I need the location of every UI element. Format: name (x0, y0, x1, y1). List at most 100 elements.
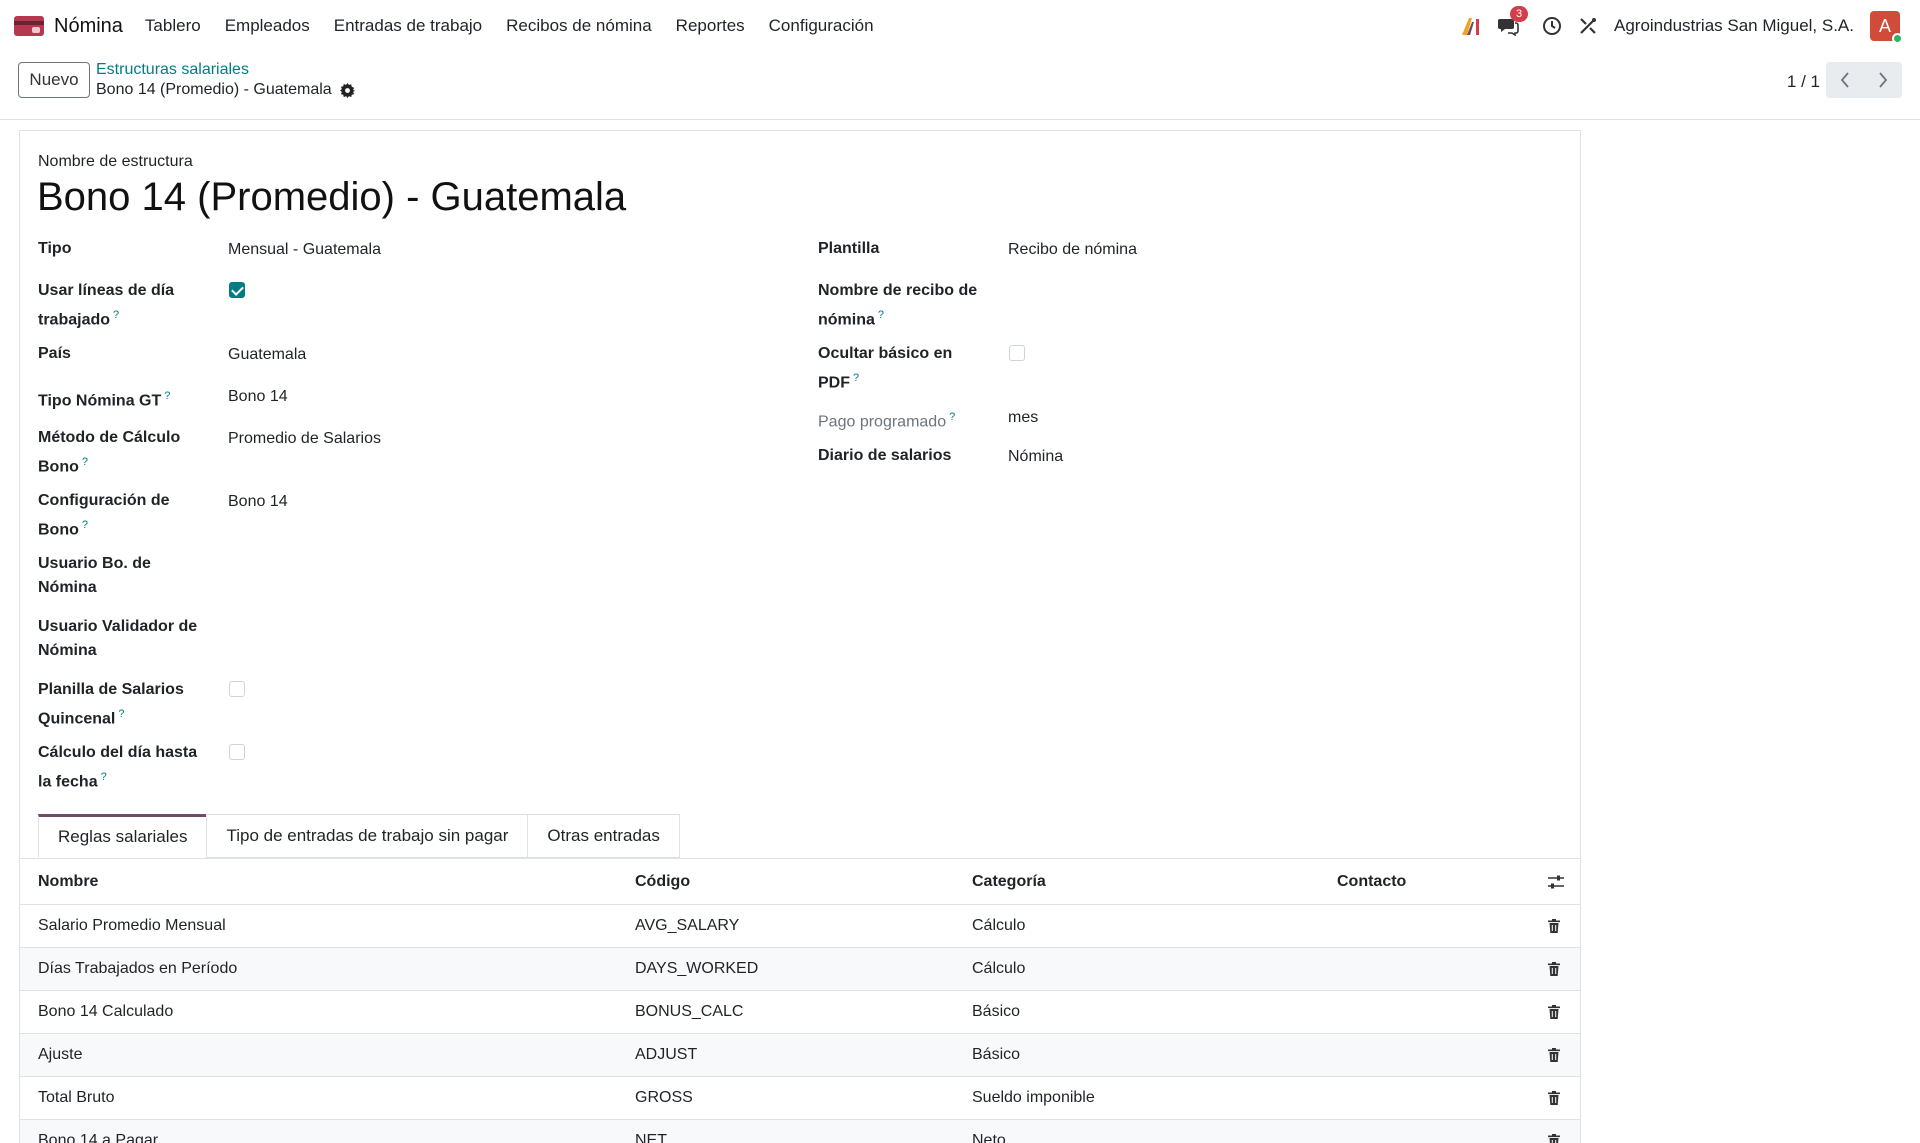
debug-tools-icon[interactable] (1576, 14, 1600, 38)
help-icon[interactable]: ? (949, 411, 955, 423)
company-name[interactable]: Agroindustrias San Miguel, S.A. (1614, 16, 1854, 36)
payroll-app-icon[interactable] (14, 16, 44, 36)
rule-category-cell: Sueldo imponible (972, 1089, 1095, 1106)
usar-lineas-checkbox[interactable] (229, 282, 245, 298)
usuario-validador-field[interactable] (228, 616, 728, 640)
ocultar-basico-checkbox[interactable] (1009, 345, 1025, 361)
rule-code-cell: NET (635, 1132, 667, 1143)
menu-empleados[interactable]: Empleados (225, 16, 310, 36)
menu-reportes[interactable]: Reportes (676, 16, 745, 36)
notebook-tabs: Reglas salariales Tipo de entradas de tr… (38, 814, 680, 858)
usar-lineas-label: Usar líneas de día trabajado? (38, 279, 174, 332)
breadcrumb-parent[interactable]: Estructuras salariales (96, 61, 249, 79)
tab-entradas-sin-pagar[interactable]: Tipo de entradas de trabajo sin pagar (206, 814, 529, 858)
pago-programado-label-text: Pago programado (818, 413, 947, 431)
tab-reglas-salariales[interactable]: Reglas salariales (38, 814, 208, 858)
help-icon[interactable]: ? (853, 372, 859, 384)
table-row[interactable]: Total Bruto GROSS Sueldo imponible (20, 1077, 1580, 1120)
calculo-dia-checkbox[interactable] (229, 744, 245, 760)
ai-assistant-icon[interactable] (1460, 14, 1484, 38)
menu-entradas-trabajo[interactable]: Entradas de trabajo (334, 16, 482, 36)
rule-category-cell: Cálculo (972, 917, 1026, 934)
rule-code-cell: ADJUST (635, 1046, 698, 1063)
activity-clock-icon[interactable] (1540, 14, 1564, 38)
metodo-calculo-field[interactable]: Promedio de Salarios (228, 427, 381, 451)
rule-code-cell: GROSS (635, 1089, 693, 1106)
usuario-bo-field[interactable] (228, 553, 728, 577)
navbar-systray: 3 Agroindustrias San Miguel, S.A. A (1448, 0, 1903, 52)
table-row[interactable]: Días Trabajados en Período DAYS_WORKED Cál… (20, 948, 1580, 991)
pager-value[interactable]: 1 / 1 (1787, 72, 1820, 92)
column-header-code[interactable]: Código (635, 873, 690, 891)
table-row[interactable]: Salario Promedio Mensual AVG_SALARY Cálcul… (20, 905, 1580, 948)
tipo-nomina-field[interactable]: Bono 14 (228, 385, 288, 409)
table-row[interactable]: Ajuste ADJUST Básico (20, 1034, 1580, 1077)
column-header-contact[interactable]: Contacto (1337, 873, 1406, 891)
trash-icon[interactable] (1548, 1134, 1560, 1143)
help-icon[interactable]: ? (164, 390, 170, 402)
rule-name-cell: Bono 14 Calculado (38, 1003, 174, 1020)
app-name[interactable]: Nómina (54, 15, 123, 38)
trash-icon[interactable] (1548, 919, 1560, 933)
pago-programado-label: Pago programado? (818, 405, 955, 434)
table-row[interactable]: Bono 14 a Pagar NET Neto (20, 1120, 1580, 1143)
table-row[interactable]: Bono 14 Calculado BONUS_CALC Básico (20, 991, 1580, 1034)
user-avatar[interactable]: A (1870, 11, 1903, 44)
tipo-nomina-label: Tipo Nómina GT? (38, 384, 170, 413)
configuracion-bono-field[interactable]: Bono 14 (228, 490, 288, 514)
help-icon[interactable]: ? (82, 519, 88, 531)
ocultar-basico-label-line1: Ocultar básico en (818, 345, 953, 362)
tab-otras-entradas[interactable]: Otras entradas (527, 814, 680, 858)
pager-next-button[interactable] (1864, 62, 1902, 98)
pais-label: País (38, 345, 71, 362)
avatar-letter: A (1878, 15, 1891, 36)
trash-icon[interactable] (1548, 1048, 1560, 1062)
structure-name-label: Nombre de estructura (38, 153, 193, 170)
rule-name-cell: Bono 14 a Pagar (38, 1132, 159, 1143)
trash-icon[interactable] (1548, 962, 1560, 976)
structure-name-field[interactable]: Bono 14 (Promedio) - Guatemala (37, 175, 626, 220)
rule-category-cell: Básico (972, 1003, 1021, 1020)
salary-rules-table: Nombre Código Categoría Contacto Salario… (20, 858, 1580, 1143)
column-header-category[interactable]: Categoría (972, 873, 1046, 891)
table-body: Salario Promedio Mensual AVG_SALARY Cálcul… (20, 905, 1580, 1143)
rule-name-cell: Total Bruto (38, 1089, 115, 1106)
nombre-recibo-label: Nombre de recibo de nómina? (818, 279, 977, 332)
help-icon[interactable]: ? (878, 309, 884, 321)
nombre-recibo-field[interactable] (1008, 280, 1508, 304)
chevron-left-icon (1840, 72, 1849, 88)
usuario-validador-label: Usuario Validador de Nómina (38, 615, 197, 663)
rule-name-cell: Salario Promedio Mensual (38, 917, 226, 934)
planilla-quincenal-checkbox[interactable] (229, 681, 245, 697)
menu-configuracion[interactable]: Configuración (769, 16, 874, 36)
configuracion-bono-label-line1: Configuración de (38, 492, 170, 509)
gear-icon[interactable] (339, 82, 355, 98)
tipo-field[interactable]: Mensual - Guatemala (228, 238, 381, 262)
rule-code-cell: BONUS_CALC (635, 1003, 744, 1020)
planilla-quincenal-label: Planilla de Salarios Quincenal? (38, 678, 184, 731)
menu-tablero[interactable]: Tablero (145, 16, 201, 36)
diario-salarios-field[interactable]: Nómina (1008, 445, 1063, 469)
plantilla-field[interactable]: Recibo de nómina (1008, 238, 1137, 262)
help-icon[interactable]: ? (82, 456, 88, 468)
nombre-recibo-label-line1: Nombre de recibo de (818, 282, 978, 299)
messages-icon[interactable]: 3 (1496, 6, 1529, 38)
optional-columns-icon[interactable] (1548, 875, 1564, 889)
help-icon[interactable]: ? (101, 771, 107, 783)
plantilla-label: Plantilla (818, 240, 880, 257)
tipo-label: Tipo (38, 240, 72, 257)
pager-previous-button[interactable] (1826, 62, 1864, 98)
help-icon[interactable]: ? (118, 708, 124, 720)
usuario-validador-label-line2: Nómina (38, 642, 97, 659)
trash-icon[interactable] (1548, 1091, 1560, 1105)
pais-field[interactable]: Guatemala (228, 343, 306, 367)
usar-lineas-label-line2: trabajado (38, 311, 111, 329)
help-icon[interactable]: ? (113, 309, 119, 321)
rule-code-cell: DAYS_WORKED (635, 960, 759, 977)
trash-icon[interactable] (1548, 1005, 1560, 1019)
control-panel: Nuevo Estructuras salariales Bono 14 (Pr… (0, 52, 1920, 120)
menu-recibos-nomina[interactable]: Recibos de nómina (506, 16, 652, 36)
column-header-name[interactable]: Nombre (38, 873, 98, 891)
calculo-dia-label: Cálculo del día hasta la fecha? (38, 741, 197, 794)
new-button[interactable]: Nuevo (18, 62, 90, 98)
